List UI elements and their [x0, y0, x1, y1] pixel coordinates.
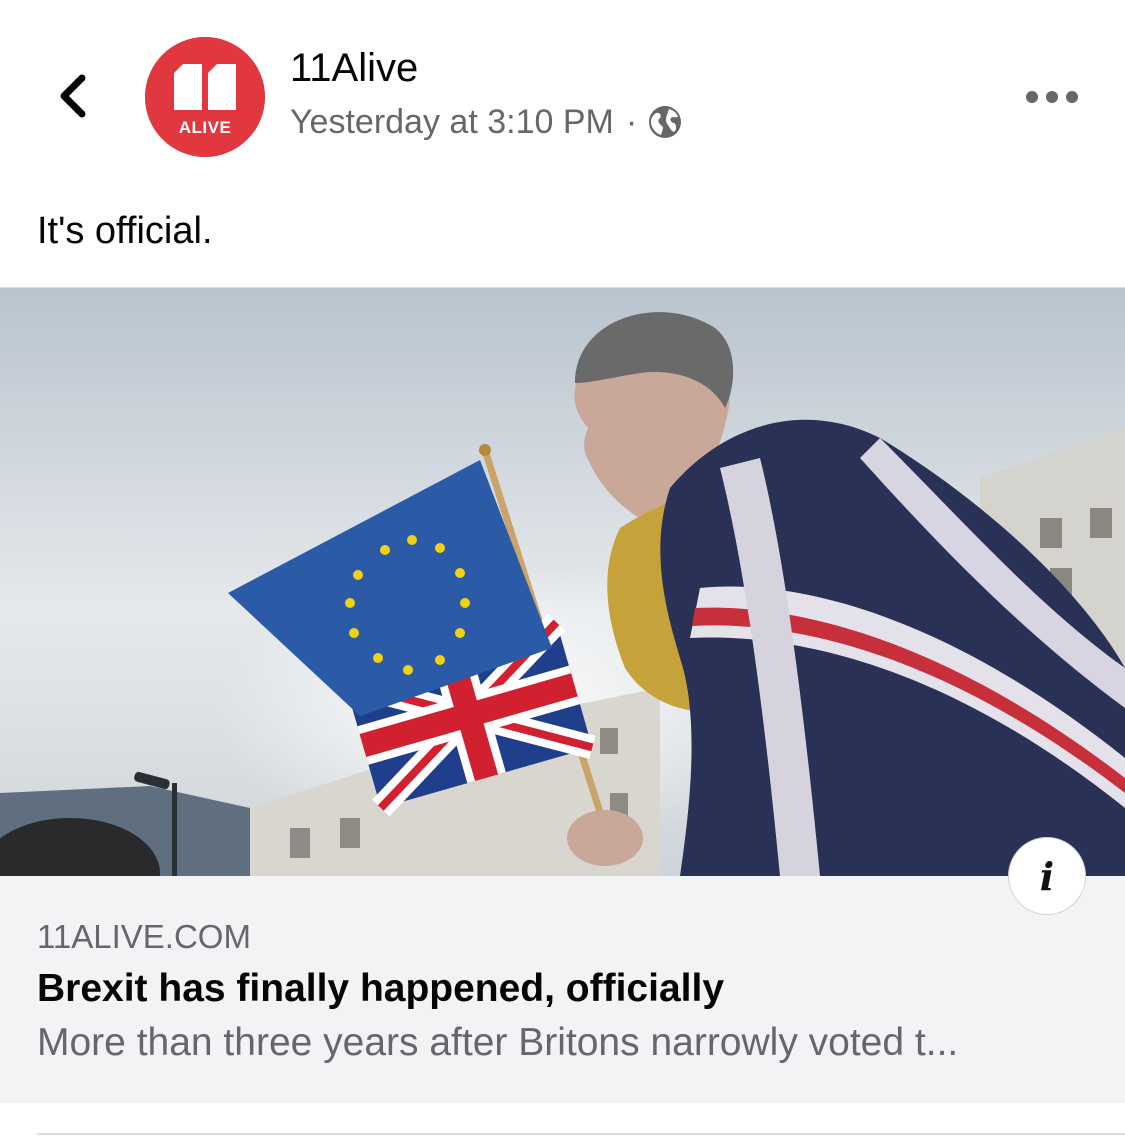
post-timestamp[interactable]: Yesterday at 3:10 PM — [290, 100, 614, 144]
meta-separator: · — [625, 103, 638, 141]
link-headline[interactable]: Brexit has finally happened, officially — [37, 964, 724, 1014]
link-description: More than three years after Britons narr… — [37, 1021, 959, 1064]
avatar-logo-text: ALIVE — [179, 118, 232, 137]
back-button[interactable] — [46, 66, 102, 126]
info-icon: i — [1039, 853, 1055, 899]
globe-icon — [649, 106, 682, 138]
post-text: It's official. — [37, 210, 213, 252]
link-preview-image[interactable] — [0, 288, 1125, 876]
avatar[interactable]: ALIVE — [145, 37, 265, 157]
post-meta: Yesterday at 3:10 PM · — [290, 100, 683, 144]
11alive-logo: ALIVE — [145, 37, 265, 157]
more-options-button[interactable] — [1022, 80, 1082, 114]
info-button[interactable]: i — [1008, 837, 1086, 915]
link-domain: 11ALIVE.COM — [37, 918, 251, 955]
chevron-left-icon — [60, 74, 86, 118]
post-divider — [37, 1133, 1125, 1135]
page-name[interactable]: 11Alive — [290, 44, 418, 92]
more-horizontal-icon — [1026, 91, 1078, 103]
brexit-photo — [0, 288, 1125, 876]
